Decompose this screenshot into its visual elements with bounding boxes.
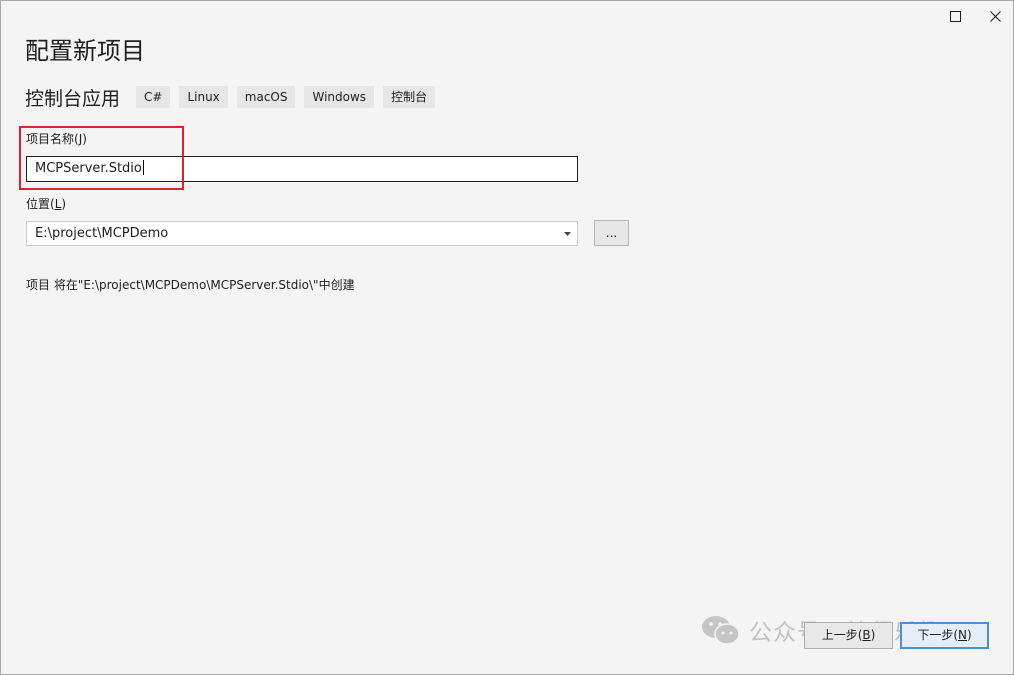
close-button[interactable] [982, 5, 1008, 27]
back-access-key: B [862, 628, 871, 642]
text-caret [142, 160, 144, 175]
project-name-label-text: 项目名称( [26, 132, 79, 146]
location-label: 位置(L) [26, 195, 66, 212]
location-value: E:\project\MCPDemo [35, 226, 169, 241]
project-name-value: MCPServer.Stdio [35, 161, 142, 176]
tag-linux: Linux [179, 86, 228, 108]
next-label: 下一步( [917, 628, 958, 642]
tag-windows: Windows [304, 86, 375, 108]
tag-console: 控制台 [383, 86, 436, 108]
location-label-text: 位置( [26, 197, 55, 211]
project-name-label: 项目名称(J) [26, 130, 87, 147]
next-button[interactable]: 下一步(N) [900, 622, 989, 649]
project-name-input[interactable]: MCPServer.Stdio [26, 156, 578, 182]
back-button[interactable]: 上一步(B) [804, 622, 893, 649]
maximize-button[interactable] [942, 5, 968, 27]
back-label-end: ) [870, 628, 876, 642]
page-title: 配置新项目 [25, 37, 145, 65]
dropdown-arrow[interactable] [561, 222, 573, 245]
dialog-window: 配置新项目 控制台应用 C# Linux macOS Windows 控制台 项… [0, 0, 1014, 675]
close-icon [989, 10, 1001, 22]
browse-button[interactable]: ... [594, 220, 629, 246]
chevron-down-icon [563, 231, 571, 236]
tag-macos: macOS [236, 86, 296, 108]
next-access-key: N [958, 628, 967, 642]
location-combobox[interactable]: E:\project\MCPDemo [26, 221, 578, 246]
location-label-end: ) [61, 197, 67, 211]
next-label-end: ) [966, 628, 972, 642]
maximize-icon [949, 10, 961, 22]
template-tags: C# Linux macOS Windows 控制台 [136, 86, 436, 108]
project-name-label-end: ) [82, 132, 87, 146]
back-label: 上一步( [821, 628, 863, 642]
tag-csharp: C# [136, 86, 171, 108]
template-name: 控制台应用 [25, 88, 121, 110]
wechat-icon [702, 616, 740, 645]
project-path-info: 项目 将在"E:\project\MCPDemo\MCPServer.Stdio… [26, 278, 355, 292]
